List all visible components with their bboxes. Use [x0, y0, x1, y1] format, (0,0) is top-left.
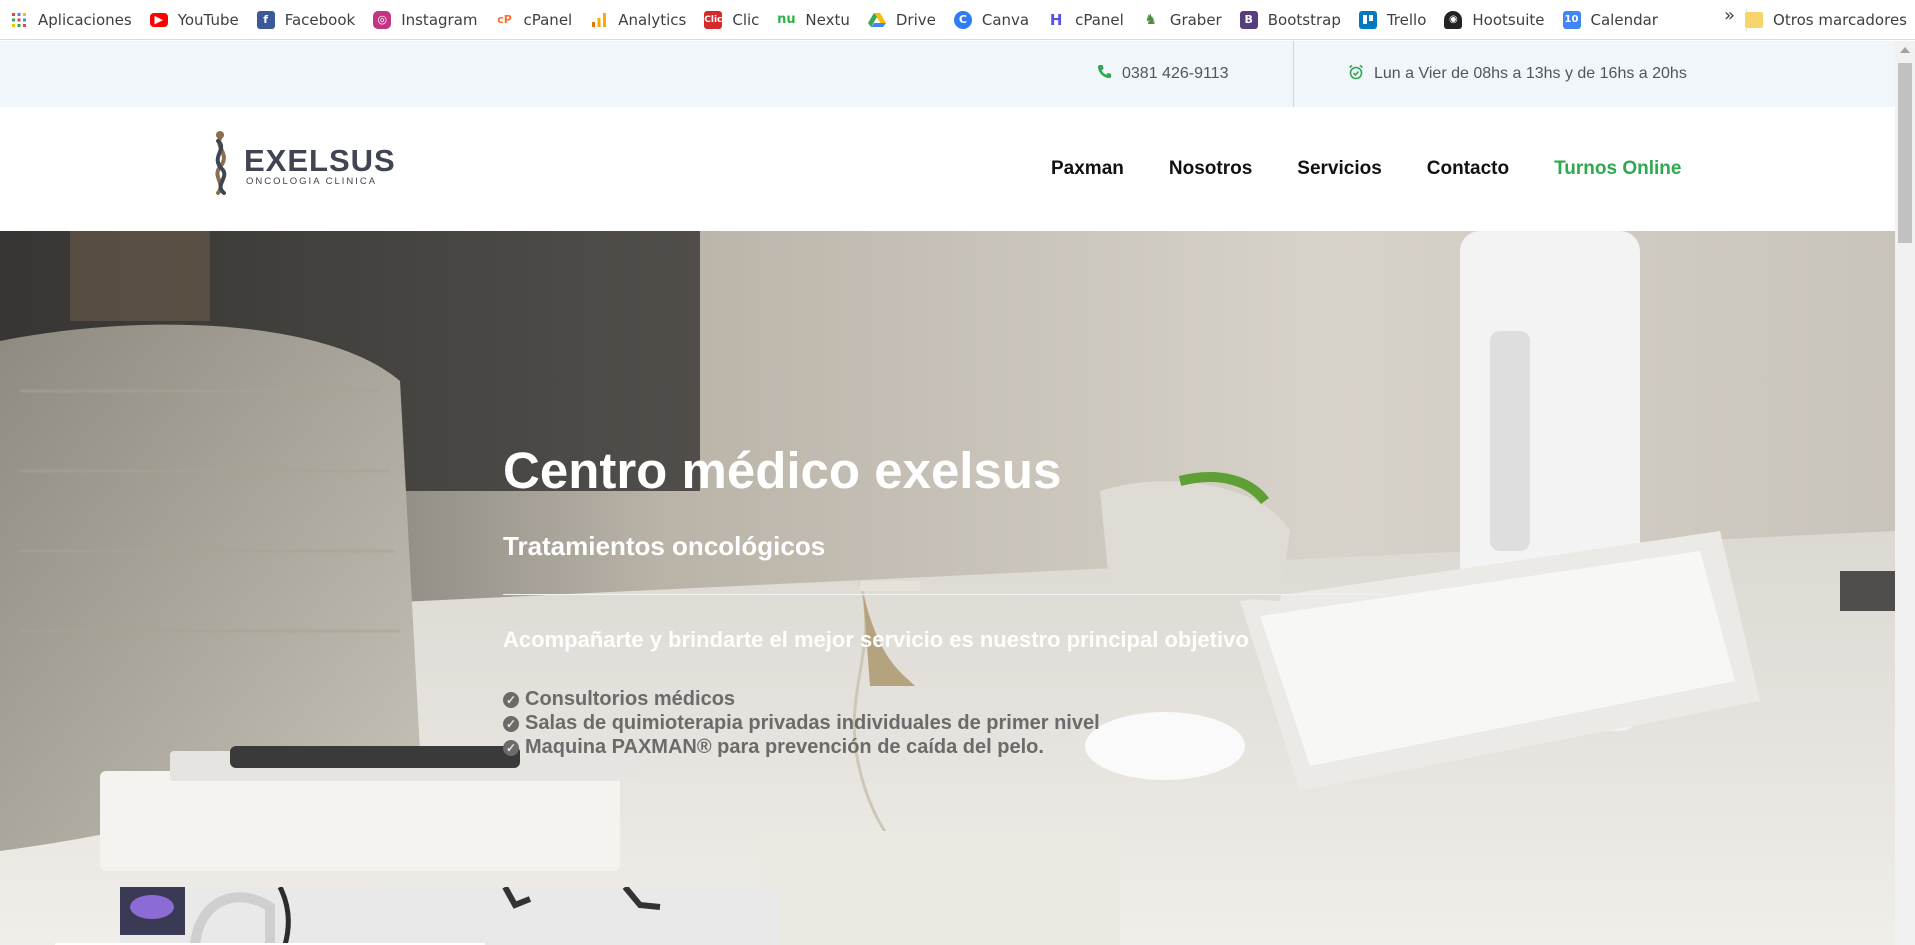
- nav-servicios[interactable]: Servicios: [1297, 158, 1382, 180]
- nav-turnos-online[interactable]: Turnos Online: [1554, 158, 1681, 180]
- logo-tagline: ONCOLOGIA CLINICA: [246, 176, 378, 187]
- feature-item: ✓ Consultorios médicos: [503, 687, 1100, 711]
- bookmark-label: Trello: [1386, 10, 1427, 29]
- bookmark-label: cPanel: [1075, 10, 1124, 29]
- bookmark-bootstrap[interactable]: B Bootstrap: [1230, 5, 1349, 35]
- cpanel-h-icon: H: [1049, 10, 1063, 29]
- analytics-icon: [590, 11, 608, 29]
- bookmark-clic[interactable]: Clic Clic: [694, 5, 767, 35]
- top-info-bar: 0381 426-9113 Lun a Vier de 08hs a 13hs …: [0, 41, 1895, 107]
- bookmark-label: Instagram: [401, 10, 478, 29]
- nav-nosotros[interactable]: Nosotros: [1169, 158, 1252, 180]
- scroll-up-arrow-icon[interactable]: [1900, 47, 1910, 53]
- scrollbar-thumb[interactable]: [1898, 63, 1912, 243]
- features-list: ✓ Consultorios médicos ✓ Salas de quimiote…: [503, 687, 1100, 759]
- bookmark-label: Aplicaciones: [38, 10, 132, 29]
- bookmark-label: Hootsuite: [1472, 10, 1545, 29]
- graber-icon: ♞: [1144, 11, 1158, 28]
- bookmark-label: Facebook: [284, 10, 356, 29]
- opening-hours: Lun a Vier de 08hs a 13hs y de 16hs a 20…: [1348, 41, 1687, 107]
- check-circle-icon: ✓: [503, 740, 519, 756]
- bookmark-youtube[interactable]: ▶ YouTube: [140, 5, 247, 35]
- clic-icon: Clic: [704, 10, 722, 29]
- cpanel-icon: cP: [497, 13, 512, 26]
- hero-background-photo: [0, 231, 1895, 945]
- nextu-icon: nu: [777, 12, 796, 27]
- hero-tagline: Acompañarte y brindarte el mejor servici…: [503, 627, 1249, 652]
- bootstrap-icon: B: [1239, 10, 1258, 29]
- bookmark-analytics[interactable]: Analytics: [580, 5, 694, 35]
- canva-icon: C: [953, 10, 972, 29]
- phone-number: 0381 426-9113: [1122, 65, 1229, 82]
- folder-icon: [1745, 12, 1764, 28]
- phone-icon: [1097, 64, 1112, 84]
- bookmark-instagram[interactable]: ◎ Instagram: [363, 5, 485, 35]
- topbar-divider: [1293, 41, 1294, 107]
- main-nav: Paxman Nosotros Servicios Contacto Turno…: [1051, 107, 1681, 231]
- bookmark-label: Graber: [1169, 10, 1222, 29]
- bookmark-facebook[interactable]: f Facebook: [247, 5, 363, 35]
- bookmark-label: Canva: [981, 10, 1030, 29]
- bookmark-calendar[interactable]: 10 Calendar: [1553, 5, 1666, 35]
- feature-item: ✓ Salas de quimioterapia privadas individ…: [503, 711, 1100, 735]
- facebook-icon: f: [256, 10, 275, 29]
- trello-icon: [1358, 10, 1377, 29]
- bookmarks-bar: Aplicaciones ▶ YouTube f Facebook ◎ Inst…: [0, 0, 1915, 40]
- phone-contact[interactable]: 0381 426-9113: [1097, 41, 1228, 107]
- apps-grid-icon: [10, 11, 28, 29]
- alarm-clock-icon: [1348, 64, 1364, 85]
- hero-divider: [503, 594, 1385, 595]
- nav-contacto[interactable]: Contacto: [1427, 158, 1509, 180]
- bookmark-nextu[interactable]: nu Nextu: [767, 5, 857, 35]
- youtube-icon: ▶: [149, 12, 168, 27]
- bookmark-graber[interactable]: ♞ Graber: [1132, 5, 1230, 35]
- bookmark-drive[interactable]: Drive: [858, 5, 944, 35]
- calendar-icon: 10: [1562, 10, 1581, 29]
- nav-paxman[interactable]: Paxman: [1051, 158, 1124, 180]
- other-bookmarks-folder[interactable]: Otros marcadores: [1735, 5, 1915, 35]
- bookmark-label: Bootstrap: [1267, 10, 1341, 29]
- feature-text: Consultorios médicos: [525, 688, 736, 710]
- drive-icon: [867, 11, 886, 29]
- hero-title: Centro médico exelsus: [503, 442, 1062, 499]
- site-header: EXELSUS ONCOLOGIA CLINICA Paxman Nosotro…: [0, 107, 1895, 231]
- bookmark-cpanel[interactable]: cP cPanel: [486, 5, 581, 35]
- hootsuite-icon: ◉: [1444, 10, 1463, 29]
- bookmark-label: Nextu: [805, 10, 850, 29]
- bookmark-trello[interactable]: Trello: [1349, 5, 1435, 35]
- bookmark-label: YouTube: [177, 10, 239, 29]
- hero-subtitle: Tratamientos oncológicos: [503, 531, 826, 561]
- next-section-image: [120, 887, 780, 945]
- logo-name: EXELSUS: [244, 143, 396, 178]
- exelsus-logo[interactable]: EXELSUS ONCOLOGIA CLINICA: [210, 127, 395, 199]
- bookmark-label: cPanel: [523, 10, 573, 29]
- feature-text: Maquina PAXMAN® para prevención de caída…: [525, 736, 1044, 758]
- bookmark-aplicaciones[interactable]: Aplicaciones: [0, 5, 140, 35]
- bookmark-label: Analytics: [618, 10, 687, 29]
- hours-text: Lun a Vier de 08hs a 13hs y de 16hs a 20…: [1374, 65, 1687, 82]
- hero-section: Centro médico exelsus Tratamientos oncol…: [0, 231, 1895, 945]
- bookmarks-overflow-button[interactable]: »: [1724, 5, 1735, 26]
- bookmark-canva[interactable]: C Canva: [944, 5, 1037, 35]
- bookmark-hootsuite[interactable]: ◉ Hootsuite: [1434, 5, 1552, 35]
- bookmark-cpanel-2[interactable]: H cPanel: [1037, 5, 1132, 35]
- feature-text: Salas de quimioterapia privadas individu…: [525, 712, 1100, 734]
- bookmark-label: Calendar: [1590, 10, 1658, 29]
- check-circle-icon: ✓: [503, 716, 519, 732]
- check-circle-icon: ✓: [503, 692, 519, 708]
- other-bookmarks-label: Otros marcadores: [1773, 11, 1907, 29]
- bookmark-label: Clic: [732, 10, 760, 29]
- bookmark-label: Drive: [895, 10, 936, 29]
- instagram-icon: ◎: [373, 10, 392, 29]
- feature-item: ✓ Maquina PAXMAN® para prevención de caíd…: [503, 735, 1100, 759]
